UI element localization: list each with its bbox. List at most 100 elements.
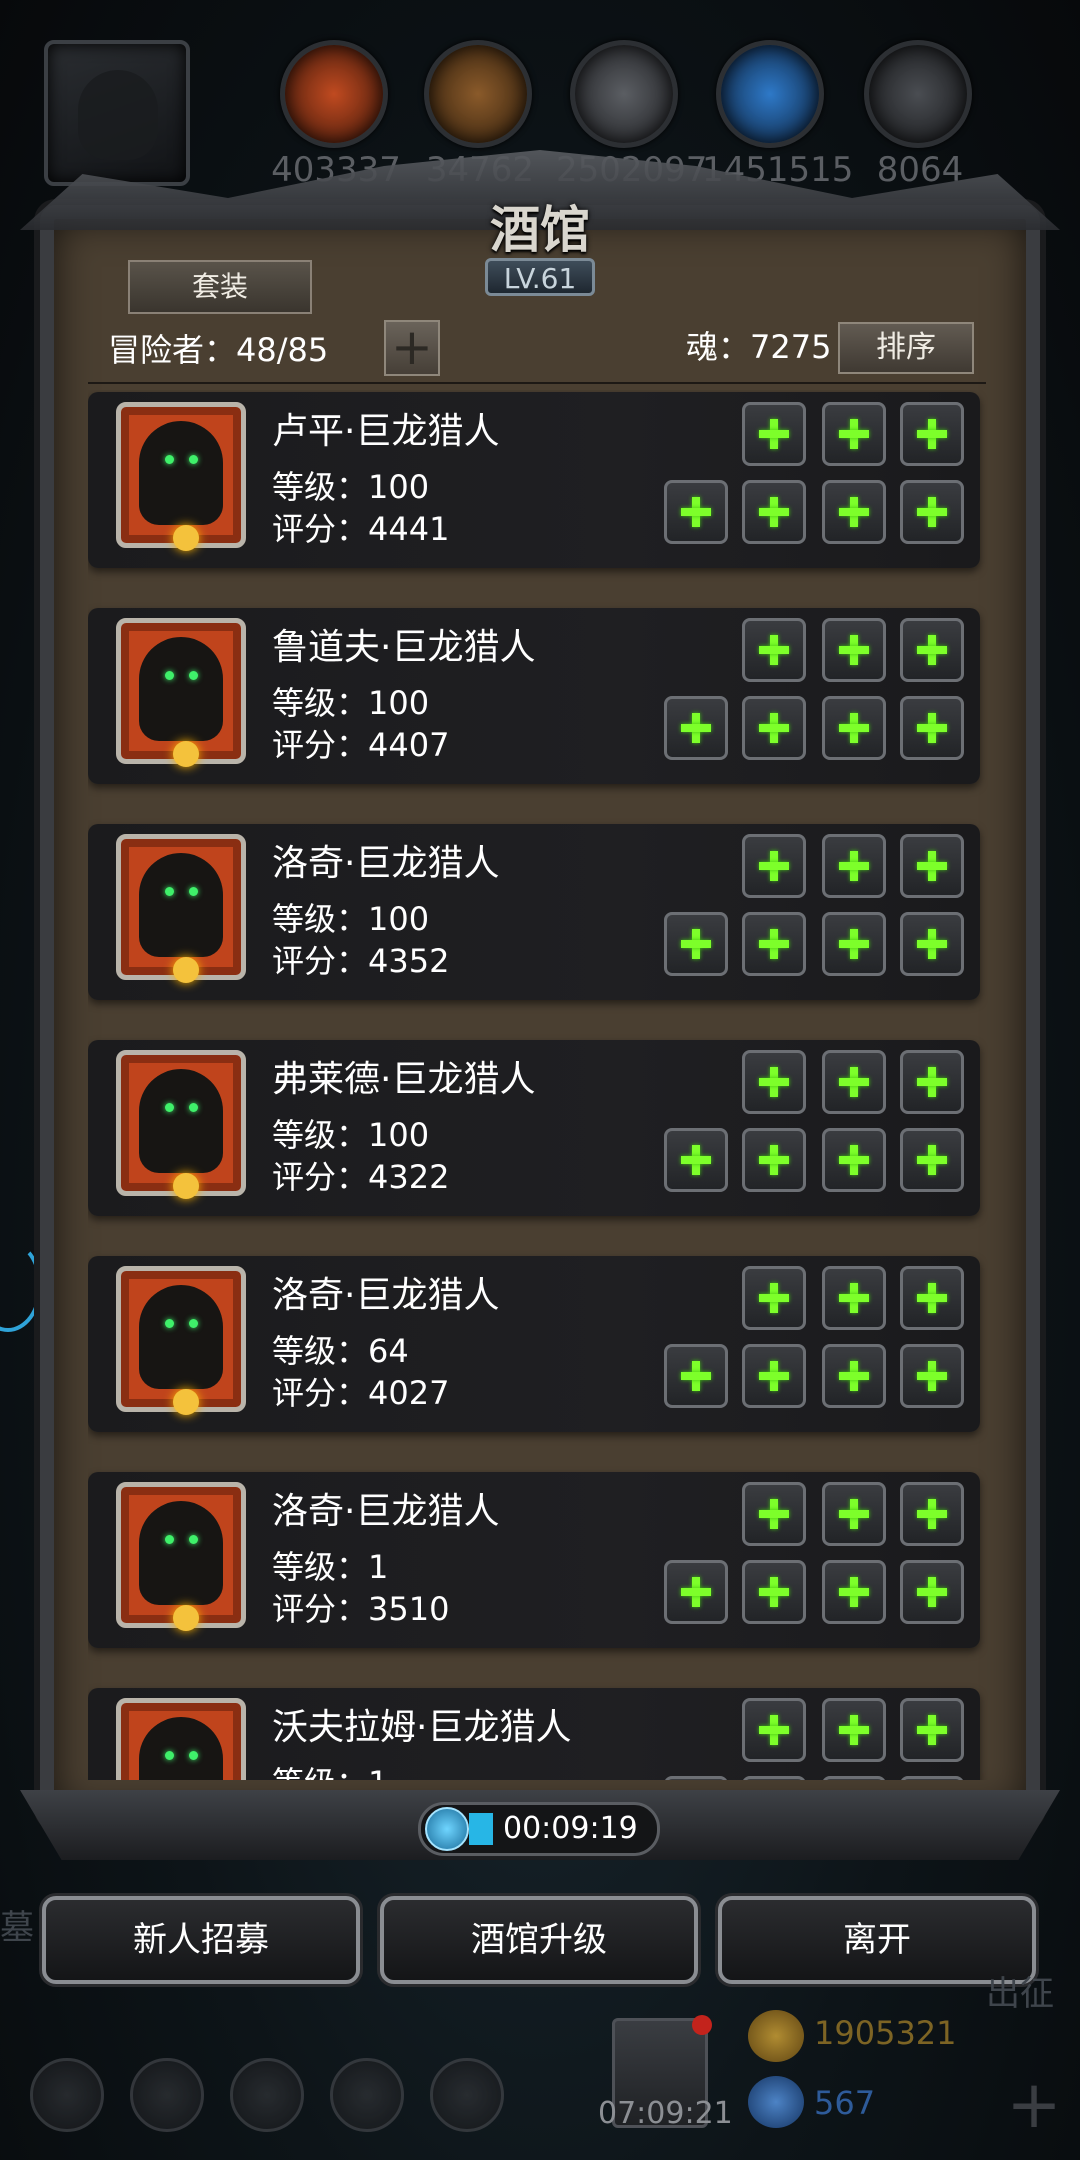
equipment-slot[interactable]	[664, 1776, 728, 1780]
sort-button[interactable]: 排序	[838, 322, 974, 374]
equipment-slot[interactable]	[822, 1560, 886, 1624]
equipment-slot[interactable]	[742, 912, 806, 976]
equipment-slot[interactable]	[742, 1128, 806, 1192]
hero-portrait[interactable]	[116, 402, 246, 551]
equipment-slot[interactable]	[900, 1266, 964, 1330]
equipment-slot[interactable]	[742, 480, 806, 544]
plus-icon	[917, 929, 947, 959]
plus-icon	[681, 713, 711, 743]
gem-icon	[748, 2076, 804, 2128]
equipment-slot[interactable]	[900, 1482, 964, 1546]
equipment-slot[interactable]	[822, 912, 886, 976]
equipment-slot[interactable]	[664, 1344, 728, 1408]
equipment-slot[interactable]	[822, 1266, 886, 1330]
plus-icon	[759, 497, 789, 527]
equipment-slot[interactable]	[900, 1128, 964, 1192]
equipment-slot[interactable]	[664, 1128, 728, 1192]
equipment-slot[interactable]	[664, 1560, 728, 1624]
timer-text: 00:09:19	[503, 1811, 638, 1846]
equipment-slot[interactable]	[742, 1266, 806, 1330]
hero-portrait[interactable]	[116, 1482, 246, 1631]
hero-card[interactable]: 卢平·巨龙猎人 等级：100 评分：4441	[88, 392, 980, 568]
equipment-slot[interactable]	[742, 696, 806, 760]
eye-icon	[165, 1535, 174, 1544]
equipment-slot[interactable]	[900, 402, 964, 466]
equipment-slot[interactable]	[900, 618, 964, 682]
hero-portrait[interactable]	[116, 618, 246, 767]
equipment-slot[interactable]	[742, 1776, 806, 1780]
hero-level: 等级：1	[272, 1758, 388, 1780]
equipment-slot[interactable]	[900, 1560, 964, 1624]
side-label-right: 出征	[986, 1974, 1054, 2014]
hero-card[interactable]: 洛奇·巨龙猎人 等级：1 评分：3510	[88, 1472, 980, 1648]
hero-score: 评分：4407	[272, 726, 450, 764]
hero-portrait[interactable]	[116, 834, 246, 983]
equipment-slot[interactable]	[664, 480, 728, 544]
plus-icon	[681, 929, 711, 959]
equipment-slot[interactable]	[742, 1344, 806, 1408]
hero-card[interactable]: 洛奇·巨龙猎人 等级：100 评分：4352	[88, 824, 980, 1000]
equipment-slot[interactable]	[822, 1698, 886, 1762]
mail-icon[interactable]	[330, 2058, 404, 2132]
equipment-slot[interactable]	[822, 1128, 886, 1192]
plus-icon	[681, 497, 711, 527]
hero-card[interactable]: 弗莱德·巨龙猎人 等级：100 评分：4322	[88, 1040, 980, 1216]
add-adventurer-button[interactable]: +	[384, 320, 440, 376]
equipment-slot[interactable]	[822, 480, 886, 544]
equipment-slot[interactable]	[822, 1776, 886, 1780]
plus-icon	[759, 1067, 789, 1097]
plus-icon	[917, 1283, 947, 1313]
hero-portrait[interactable]	[116, 1698, 246, 1780]
equipment-slot[interactable]	[900, 480, 964, 544]
equipment-slot[interactable]	[742, 1050, 806, 1114]
equipment-slot[interactable]	[742, 834, 806, 898]
equipment-slot[interactable]	[742, 1560, 806, 1624]
equipment-slot[interactable]	[822, 834, 886, 898]
hero-card[interactable]: 沃夫拉姆·巨龙猎人 等级：1	[88, 1688, 980, 1780]
equipment-slot[interactable]	[900, 1344, 964, 1408]
equipment-slot[interactable]	[664, 912, 728, 976]
set-button[interactable]: 套装	[128, 260, 312, 314]
equipment-slot[interactable]	[742, 1698, 806, 1762]
equipment-slot[interactable]	[900, 696, 964, 760]
plus-icon	[917, 1715, 947, 1745]
equipment-slot[interactable]	[742, 402, 806, 466]
plus-icon	[839, 1499, 869, 1529]
equipment-slot[interactable]	[822, 1050, 886, 1114]
hero-level: 等级：100	[272, 900, 430, 938]
handshake-icon[interactable]	[430, 2058, 504, 2132]
equipment-slot[interactable]	[900, 912, 964, 976]
equipment-slot[interactable]	[900, 1698, 964, 1762]
hero-portrait[interactable]	[116, 1050, 246, 1199]
player-avatar[interactable]	[44, 40, 190, 186]
eye-icon	[165, 455, 174, 464]
hero-portrait[interactable]	[116, 1266, 246, 1415]
hero-card[interactable]: 鲁道夫·巨龙猎人 等级：100 评分：4407	[88, 608, 980, 784]
equipment-slot[interactable]	[900, 1776, 964, 1780]
hero-list[interactable]: 卢平·巨龙猎人 等级：100 评分：4441 鲁道夫·巨龙猎人 等级：100 评…	[88, 390, 988, 1780]
equipment-slot[interactable]	[742, 618, 806, 682]
hero-level: 等级：100	[272, 468, 430, 506]
star-icon[interactable]	[130, 2058, 204, 2132]
book-icon[interactable]	[230, 2058, 304, 2132]
plus-icon	[839, 635, 869, 665]
equipment-slot[interactable]	[664, 696, 728, 760]
equipment-slot[interactable]	[822, 402, 886, 466]
equipment-slot[interactable]	[822, 1482, 886, 1546]
equipment-slot[interactable]	[900, 834, 964, 898]
hero-score: 评分：4322	[272, 1158, 450, 1196]
equipment-slot[interactable]	[900, 1050, 964, 1114]
plus-icon	[917, 419, 947, 449]
hero-card[interactable]: 洛奇·巨龙猎人 等级：64 评分：4027	[88, 1256, 980, 1432]
gem-value: 567	[814, 2084, 876, 2122]
equipment-slot[interactable]	[822, 618, 886, 682]
equipment-slot[interactable]	[822, 696, 886, 760]
upgrade-tavern-button[interactable]: 酒馆升级	[380, 1896, 698, 1984]
equipment-slot[interactable]	[742, 1482, 806, 1546]
panel-title: 酒馆	[490, 200, 590, 259]
recruit-button[interactable]: 新人招募	[42, 1896, 360, 1984]
settings-icon[interactable]	[30, 2058, 104, 2132]
gold-icon	[748, 2010, 804, 2062]
equipment-slot[interactable]	[822, 1344, 886, 1408]
add-currency-button[interactable]: +	[1004, 2072, 1064, 2138]
